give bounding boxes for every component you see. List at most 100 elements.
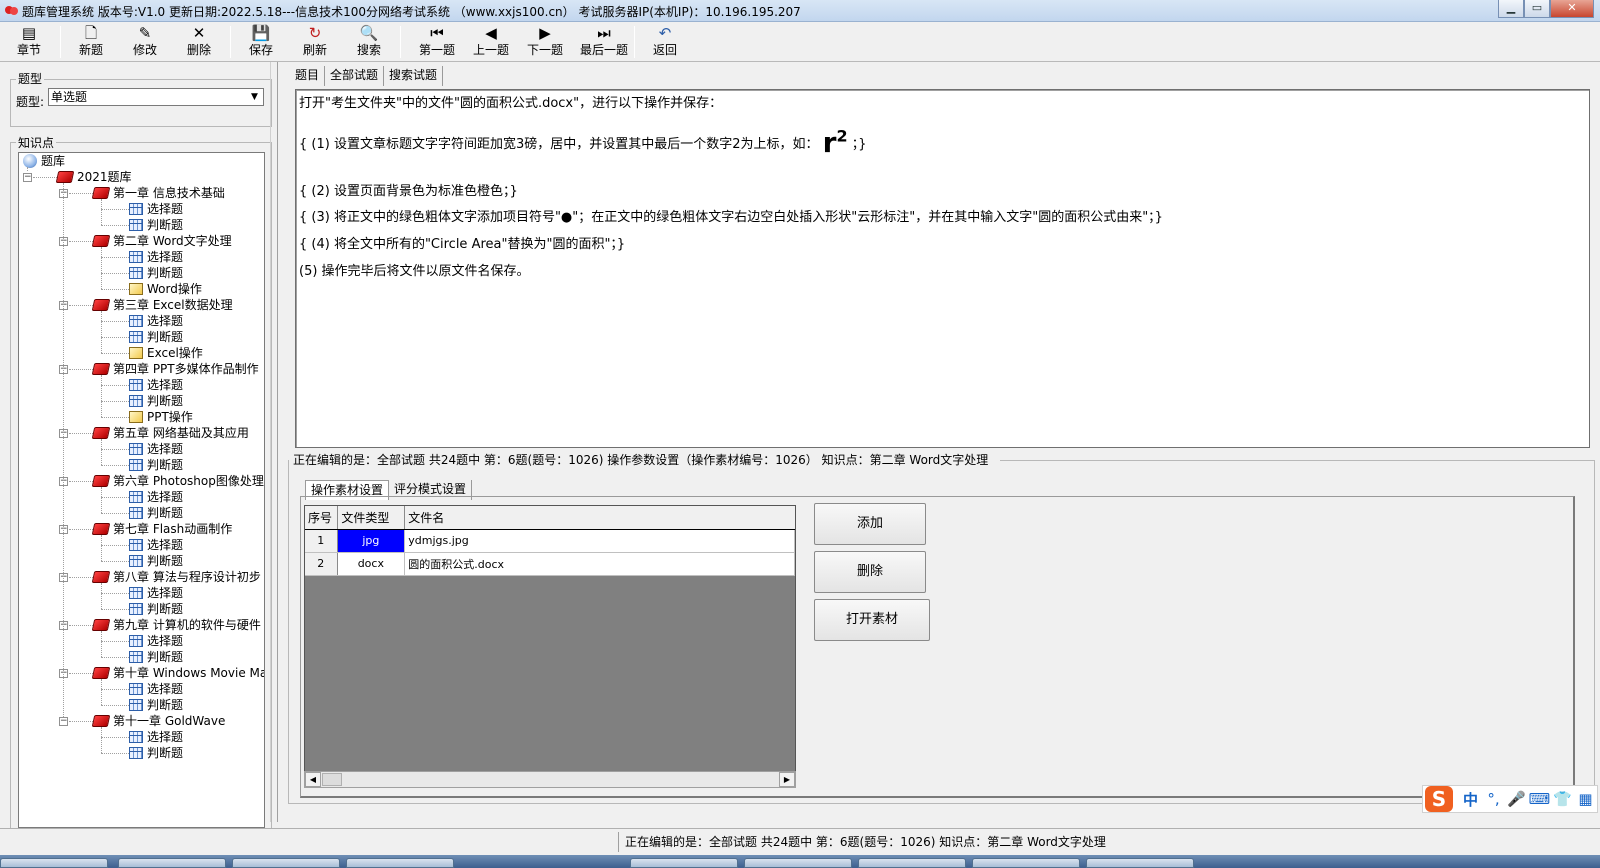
table-row[interactable]: 1 jpg ydmjgs.jpg [305,529,795,553]
taskbar-item[interactable] [858,858,966,868]
table-row[interactable]: 2 docx 圆的面积公式.docx [305,552,795,576]
document-icon [129,347,143,359]
delete-material-button[interactable]: 删除 [814,551,926,593]
tree-leaf[interactable]: 判断题 [129,457,183,473]
first-question-button[interactable]: ⏮ 第一题 [410,24,464,60]
tree-chapter[interactable]: 第七章 Flash动画制作 [91,521,232,537]
file-name-cell[interactable]: ydmjgs.jpg [404,529,795,553]
minimize-button[interactable]: ▁ [1498,0,1524,18]
keyboard-icon[interactable]: ⌨ [1528,790,1551,808]
scroll-right-icon[interactable]: ▶ [779,772,795,787]
tree-chapter[interactable]: 第六章 Photoshop图像处理 [91,473,264,489]
tree-leaf[interactable]: Word操作 [129,281,202,297]
prev-question-button[interactable]: ◀ 上一题 [464,24,518,60]
scroll-left-icon[interactable]: ◀ [305,772,321,787]
punctuation-icon[interactable]: °, [1482,790,1505,808]
tree-leaf[interactable]: 判断题 [129,217,183,233]
maximize-button[interactable]: ▭ [1524,0,1550,18]
question-text-editor[interactable]: 打开"考生文件夹"中的文件"圆的面积公式.docx"，进行以下操作并保存： { … [295,89,1590,448]
tree-leaf[interactable]: 判断题 [129,553,183,569]
tree-leaf[interactable]: 选择题 [129,441,183,457]
microphone-icon[interactable]: 🎤 [1505,790,1528,808]
splitter[interactable] [270,62,278,822]
tree-leaf[interactable]: 判断题 [129,601,183,617]
tree-chapter[interactable]: 第九章 计算机的软件与硬件 [91,617,261,633]
col-header-filename[interactable]: 文件名 [404,506,795,530]
book-icon [91,715,111,727]
edit-button[interactable]: ✎ 修改 [118,24,172,60]
back-button[interactable]: ↶ 返回 [638,24,692,60]
collapse-toggle[interactable]: − [23,173,32,182]
files-grid[interactable]: 序号 文件类型 文件名 1 jpg ydmjgs.jpg 2 docx 圆的面积… [304,505,796,787]
tree-chapter[interactable]: 第三章 Excel数据处理 [91,297,233,313]
ime-toolbar[interactable]: S 中 °, 🎤 ⌨ 👕 ▦ [1422,785,1598,813]
col-header-no[interactable]: 序号 [305,506,339,530]
taskbar-item[interactable] [630,858,738,868]
tree-leaf[interactable]: 选择题 [129,201,183,217]
tree-line [101,401,129,402]
close-button[interactable]: ✕ [1550,0,1594,18]
tab-search-questions[interactable]: 搜索试题 [384,66,444,86]
horizontal-scrollbar[interactable]: ◀ ▶ [304,771,796,788]
tree-chapter[interactable]: 第十一章 GoldWave [91,713,225,729]
tree-leaf[interactable]: 判断题 [129,745,183,761]
tree-bank[interactable]: 2021题库 [55,169,132,185]
tree-chapter[interactable]: 第二章 Word文字处理 [91,233,232,249]
taskbar-item[interactable] [1086,858,1194,868]
tree-chapter[interactable]: 第十章 Windows Movie Make [91,665,264,681]
chapters-button[interactable]: ▤ 章节 [2,24,56,60]
taskbar-item[interactable] [744,858,852,868]
tree-leaf[interactable]: 判断题 [129,505,183,521]
new-question-button[interactable]: 🗋 新题 [64,24,118,60]
save-button[interactable]: 💾 保存 [234,24,288,60]
tree-leaf[interactable]: 判断题 [129,265,183,281]
taskbar-item[interactable] [118,858,226,868]
scroll-thumb[interactable] [322,773,342,786]
knowledge-tree[interactable]: 题库 −2021题库 − 第一章 信息技术基础 选择题 判断题 − 第二章 Word文字处理选… [18,152,265,828]
tree-leaf[interactable]: 选择题 [129,633,183,649]
tree-leaf[interactable]: 选择题 [129,681,183,697]
collapse-toggle[interactable]: − [59,717,68,726]
tree-chapter[interactable]: 第五章 网络基础及其应用 [91,425,249,441]
tree-leaf[interactable]: 判断题 [129,329,183,345]
tree-leaf[interactable]: Excel操作 [129,345,203,361]
question-type-select[interactable]: 单选题 ▼ [48,88,264,106]
tree-line [101,727,102,753]
tree-root[interactable]: 题库 [23,153,65,169]
tree-line [69,433,93,434]
tree-chapter[interactable]: 第四章 PPT多媒体作品制作 [91,361,259,377]
refresh-button[interactable]: ↻ 刷新 [288,24,342,60]
skin-icon[interactable]: 👕 [1551,790,1574,808]
add-material-button[interactable]: 添加 [814,503,926,545]
delete-button[interactable]: ✕ 删除 [172,24,226,60]
tree-leaf[interactable]: 判断题 [129,649,183,665]
tree-leaf[interactable]: 判断题 [129,393,183,409]
next-question-button[interactable]: ▶ 下一题 [518,24,572,60]
tree-leaf[interactable]: PPT操作 [129,409,193,425]
toolbox-icon[interactable]: ▦ [1574,790,1597,808]
file-name-cell[interactable]: 圆的面积公式.docx [404,552,795,576]
tree-chapter[interactable]: 第八章 算法与程序设计初步 [91,569,261,585]
tab-all-questions[interactable]: 全部试题 [325,66,385,86]
open-material-button[interactable]: 打开素材 [814,599,930,641]
tree-leaf[interactable]: 选择题 [129,313,183,329]
taskbar-item[interactable] [346,858,454,868]
tree-leaf[interactable]: 选择题 [129,377,183,393]
ime-chinese-mode[interactable]: 中 [1459,789,1482,810]
tree-leaf[interactable]: 选择题 [129,729,183,745]
tab-question[interactable]: 题目 [290,66,326,86]
file-type-cell[interactable]: docx [337,552,406,576]
tree-leaf[interactable]: 选择题 [129,489,183,505]
file-type-cell[interactable]: jpg [337,529,406,553]
taskbar-item[interactable] [232,858,340,868]
tree-leaf[interactable]: 选择题 [129,249,183,265]
search-button[interactable]: 🔍 搜索 [342,24,396,60]
tree-chapter[interactable]: 第一章 信息技术基础 [91,185,225,201]
taskbar-item[interactable] [0,858,108,868]
tree-leaf[interactable]: 判断题 [129,697,183,713]
col-header-type[interactable]: 文件类型 [337,506,406,530]
tree-leaf[interactable]: 选择题 [129,585,183,601]
tree-leaf[interactable]: 选择题 [129,537,183,553]
last-question-button[interactable]: ⏭ 最后一题 [574,24,634,60]
taskbar-item[interactable] [972,858,1080,868]
